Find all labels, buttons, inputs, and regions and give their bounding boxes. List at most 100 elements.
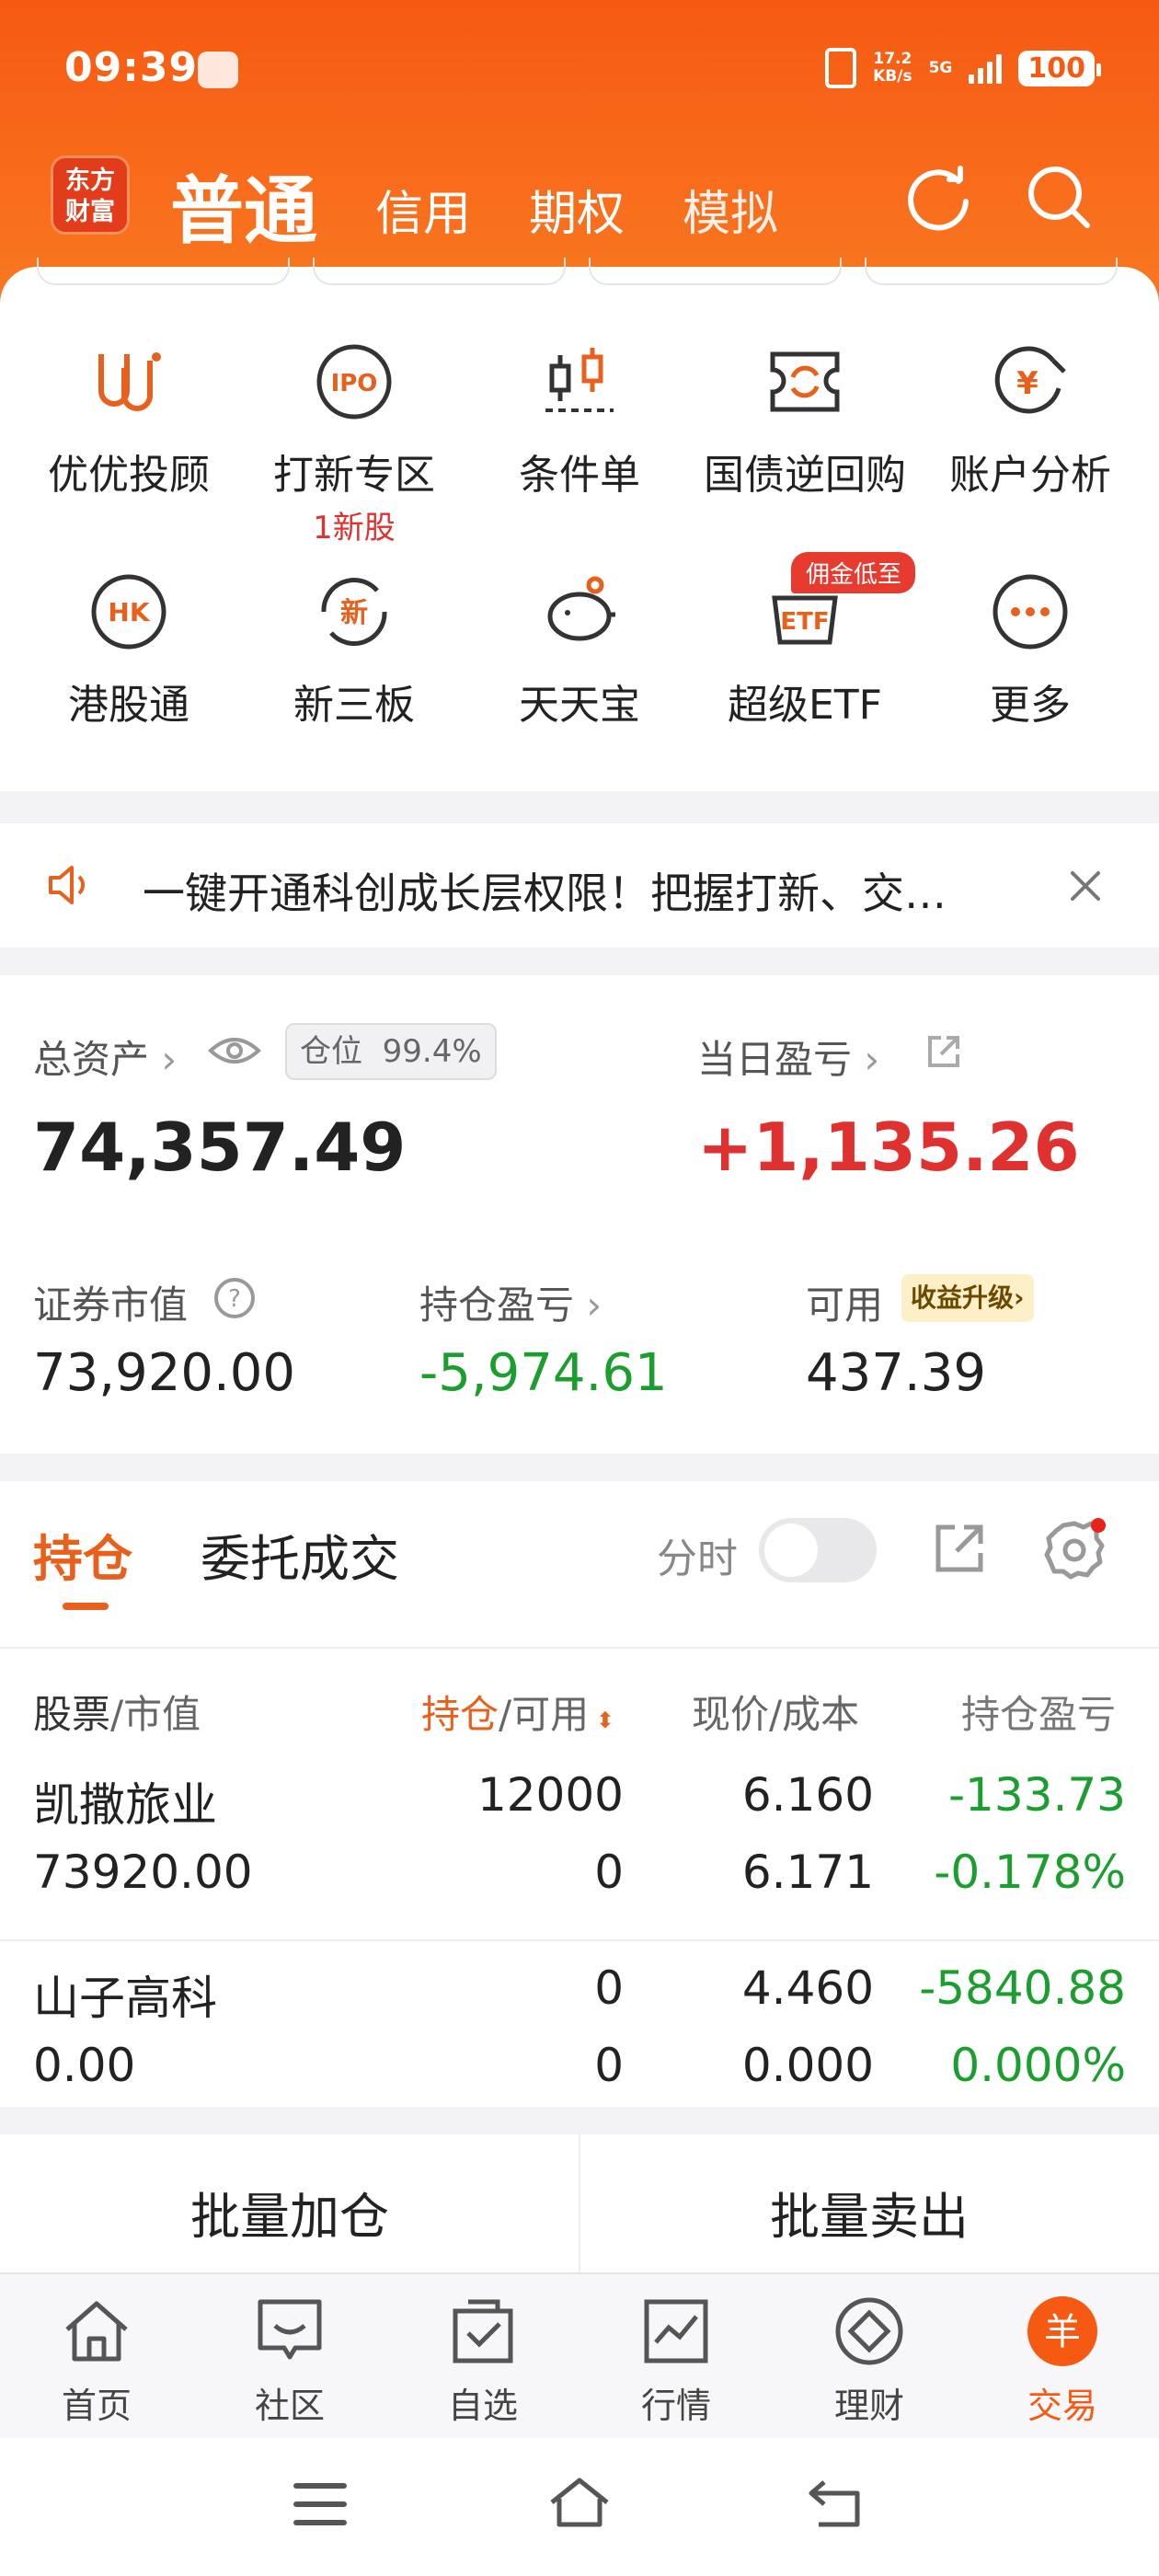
external-link-icon[interactable]	[924, 1032, 963, 1071]
grid-hk-connect[interactable]: HK 港股通	[18, 570, 239, 730]
holdings-panel: 持仓 委托成交 分时 股票/市值 持仓/可用 ⬍ 现价/成本 持仓盈亏 凯撒旅业…	[0, 1481, 1159, 2107]
holding-pl-value: -5,974.61	[419, 1343, 668, 1403]
daily-pl-label[interactable]: 当日盈亏 ›	[697, 1029, 879, 1085]
grid-condition-order[interactable]: 条件单	[469, 340, 690, 500]
close-icon[interactable]	[1069, 869, 1102, 903]
notice-text[interactable]: 一键开通科创成长层权限！把握打新、交…	[143, 860, 1007, 921]
top-nav: 东方 财富 普通 信用 期权 模拟	[0, 152, 1159, 262]
col-qty-b: /可用	[499, 1692, 590, 1737]
stock-name: 山子高科	[33, 1972, 217, 2025]
speaker-icon	[49, 866, 86, 904]
market-value-label: 证券市值	[33, 1282, 189, 1328]
tab-trade[interactable]: 羊 交易	[966, 2294, 1159, 2428]
batch-sell-button[interactable]: 批量卖出	[580, 2176, 1159, 2248]
holding-pl-text: 持仓盈亏	[419, 1282, 575, 1328]
tab-home[interactable]: 首页	[0, 2294, 193, 2428]
grid-uu-advisor[interactable]: 优优投顾	[18, 340, 239, 500]
tab-market[interactable]: 行情	[580, 2294, 773, 2428]
available-value: 437.39	[806, 1343, 986, 1403]
battery-icon: 100	[1018, 50, 1101, 86]
refresh-icon[interactable]	[901, 161, 975, 235]
grid-neeq[interactable]: 新 新三板	[244, 570, 465, 730]
search-icon[interactable]	[1023, 161, 1096, 235]
app-notification-icon	[198, 52, 238, 88]
collapsed-pill	[865, 258, 1118, 285]
table-row[interactable]: 山子高科 0.00 0 0 4.460 0.000 -5840.88 0.000…	[0, 1941, 1159, 2134]
tab-normal[interactable]: 普通	[170, 152, 317, 259]
holding-pl-label[interactable]: 持仓盈亏 ›	[419, 1274, 602, 1330]
more-icon	[993, 574, 1068, 650]
tab-indicator	[63, 1603, 109, 1610]
stock-qty: 0	[594, 1961, 624, 2015]
tab-simulate[interactable]: 模拟	[683, 175, 778, 244]
intraday-label: 分时	[657, 1535, 738, 1582]
grid-more[interactable]: 更多	[920, 570, 1141, 730]
status-icons: 17.2 KB/s 5G 100	[825, 48, 1101, 88]
condition-order-icon	[545, 348, 614, 412]
tab-label: 交易	[1027, 2386, 1097, 2426]
status-bar: 09:39 17.2 KB/s 5G 100	[0, 0, 1159, 138]
total-assets-label[interactable]: 总资产 ›	[33, 1029, 177, 1085]
network-type: 5G	[928, 59, 953, 77]
tab-positions[interactable]: 持仓	[33, 1518, 132, 1591]
market-value: 73,920.00	[33, 1343, 296, 1403]
grid-label: 条件单	[519, 452, 640, 499]
holdings-header: 股票/市值 持仓/可用 ⬍ 现价/成本 持仓盈亏	[0, 1647, 1159, 1748]
col-stock-b: /市值	[110, 1692, 201, 1737]
tab-watchlist[interactable]: 自选	[386, 2294, 580, 2428]
table-row[interactable]: 凯撒旅业 73920.00 12000 0 6.160 6.171 -133.7…	[0, 1748, 1159, 1941]
grid-label: 更多	[990, 682, 1071, 729]
signal-icon	[969, 52, 1003, 84]
grid-label: 账户分析	[949, 452, 1111, 499]
svg-text:新: 新	[340, 597, 368, 629]
network-speed-value: 17.2	[873, 50, 912, 68]
back-icon[interactable]	[806, 2477, 865, 2530]
tab-wealth[interactable]: 理财	[773, 2294, 966, 2428]
intraday-toggle[interactable]	[759, 1518, 877, 1582]
home-nav-icon[interactable]	[546, 2475, 613, 2530]
stock-qty: 12000	[476, 1768, 624, 1822]
grid-ipo[interactable]: IPO 打新专区 1新股	[244, 340, 465, 547]
help-icon[interactable]: ?	[213, 1277, 256, 1319]
col-stock-a: 股票	[33, 1692, 111, 1737]
notice-bar[interactable]: 一键开通科创成长层权限！把握打新、交…	[0, 823, 1159, 948]
network-speed-unit: KB/s	[873, 67, 912, 86]
stock-pl: -133.73	[948, 1768, 1126, 1822]
chevron-right-icon: ›	[852, 1037, 880, 1082]
settings-icon[interactable]	[1043, 1518, 1106, 1581]
col-pl[interactable]: 持仓盈亏	[961, 1684, 1127, 1740]
tab-community[interactable]: 社区	[193, 2294, 386, 2428]
stock-cost: 0.000	[741, 2039, 874, 2092]
share-icon[interactable]	[931, 1520, 988, 1577]
tab-orders[interactable]: 委托成交	[201, 1518, 399, 1591]
stock-market-value: 73920.00	[33, 1846, 253, 1899]
menu-icon[interactable]	[293, 2478, 348, 2530]
commission-badge: 佣金低至	[791, 552, 915, 593]
col-price[interactable]: 现价/成本	[692, 1684, 859, 1740]
eye-icon[interactable]	[208, 1034, 261, 1067]
chevron-right-icon: ›	[149, 1037, 178, 1082]
daily-pl-text: 当日盈亏	[697, 1037, 853, 1082]
yield-upgrade-button[interactable]: 收益升级›	[901, 1274, 1034, 1322]
grid-super-etf[interactable]: ETF 超级ETF	[694, 570, 915, 730]
svg-text:ETF: ETF	[780, 608, 829, 636]
tab-label: 行情	[640, 2386, 711, 2426]
collapsed-pill	[589, 258, 842, 285]
ipo-icon: IPO	[316, 344, 392, 420]
yield-upgrade-label: 收益升级	[911, 1282, 1015, 1313]
network-speed: 17.2 KB/s	[873, 51, 912, 86]
col-qty[interactable]: 持仓/可用 ⬍	[421, 1684, 614, 1740]
sort-icon: ⬍	[589, 1708, 614, 1733]
app-logo: 东方 财富	[51, 155, 130, 235]
tab-options[interactable]: 期权	[529, 175, 625, 244]
asset-summary: 总资产 › 仓位 99.4% 74,357.49 当日盈亏 › +1,135.2…	[0, 975, 1159, 1454]
tab-credit[interactable]: 信用	[375, 175, 471, 244]
tab-label: 理财	[833, 2386, 904, 2426]
trade-icon: 羊	[1027, 2296, 1097, 2366]
hk-connect-icon: HK	[91, 574, 166, 650]
batch-add-button[interactable]: 批量加仓	[0, 2176, 580, 2248]
grid-account-analysis[interactable]: ¥ 账户分析	[920, 340, 1141, 500]
watchlist-icon	[453, 2299, 513, 2363]
grid-piggy[interactable]: 天天宝	[469, 570, 690, 730]
grid-reverse-repo[interactable]: 国债逆回购	[694, 340, 915, 500]
